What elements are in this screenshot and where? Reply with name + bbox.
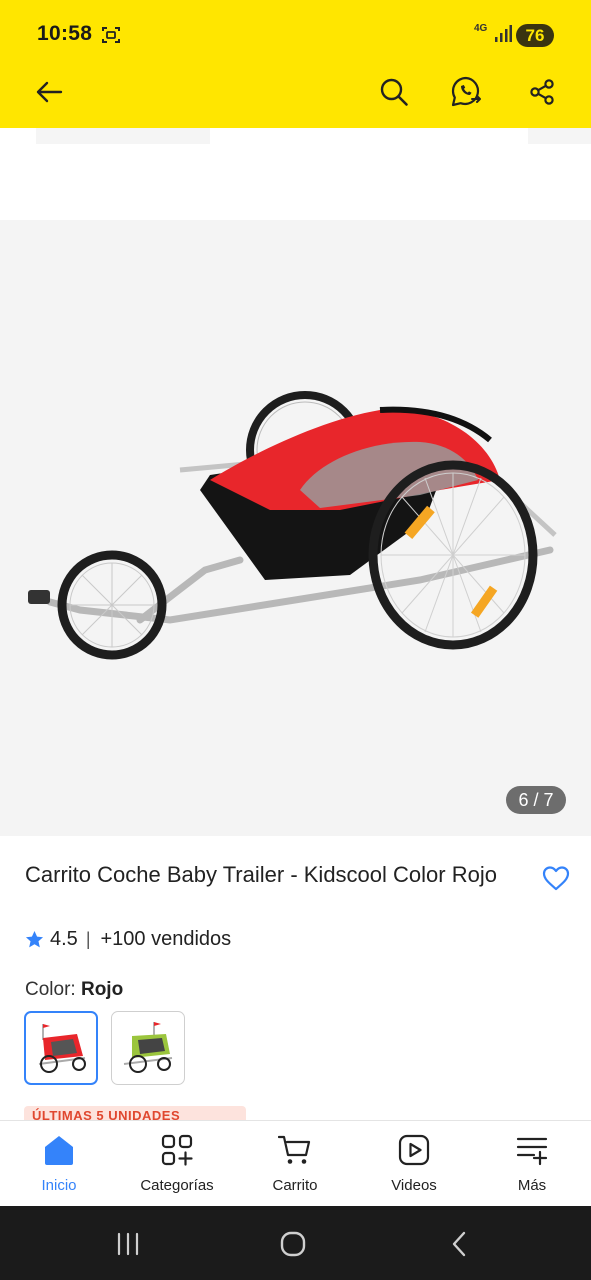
whatsapp-share-button[interactable]	[447, 72, 487, 112]
screenshot-icon	[102, 27, 120, 43]
nav-categorias[interactable]: Categorías	[118, 1121, 236, 1207]
nav-mas[interactable]: Más	[473, 1121, 591, 1207]
home-system-icon[interactable]	[278, 1230, 308, 1258]
network-indicator: 4G	[474, 23, 488, 34]
stock-badge: ÚLTIMAS 5 UNIDADES	[24, 1106, 246, 1120]
image-counter: 6 / 7	[506, 786, 566, 814]
system-navigation-bar	[0, 1206, 591, 1280]
top-bar: 10:58 4G 76	[0, 0, 591, 128]
nav-videos[interactable]: Videos	[355, 1121, 473, 1207]
color-swatch-rojo[interactable]	[24, 1011, 98, 1085]
back-button[interactable]	[29, 72, 69, 112]
nav-inicio[interactable]: Inicio	[0, 1121, 118, 1207]
share-icon	[530, 79, 554, 105]
nav-mas-label: Más	[517, 1177, 547, 1194]
arrow-left-icon	[36, 81, 63, 103]
product-title: Carrito Coche Baby Trailer - Kidscool Co…	[25, 862, 497, 887]
green-trailer-thumbnail	[123, 1022, 173, 1073]
color-selected-value: Rojo	[80, 979, 124, 1000]
battery-indicator: 76	[516, 24, 554, 47]
status-bar: 10:58 4G 76	[0, 0, 591, 70]
signal-icon	[495, 25, 512, 42]
bike-trailer-image	[28, 391, 557, 660]
color-swatch-verde[interactable]	[111, 1011, 185, 1085]
video-icon	[398, 1134, 430, 1166]
categories-icon	[161, 1134, 193, 1166]
sold-count: +100 vendidos	[100, 927, 232, 950]
product-image-gallery[interactable]: 6 / 7	[0, 220, 591, 836]
rating-separator: |	[85, 928, 91, 949]
previous-content-sliver	[36, 128, 210, 144]
bottom-navigation: Inicio Categorías Carrito Videos Más	[0, 1120, 591, 1206]
nav-videos-label: Videos	[391, 1177, 437, 1194]
home-icon	[45, 1136, 73, 1165]
back-system-icon[interactable]	[445, 1230, 475, 1258]
rating-row[interactable]: 4.5 | +100 vendidos	[25, 926, 231, 952]
search-button[interactable]	[374, 72, 414, 112]
share-button[interactable]	[522, 72, 562, 112]
nav-carrito-label: Carrito	[272, 1177, 318, 1194]
nav-inicio-label: Inicio	[41, 1177, 77, 1194]
previous-content-sliver-right	[528, 128, 591, 144]
star-icon	[25, 930, 44, 947]
more-icon	[516, 1137, 548, 1166]
cart-icon	[278, 1135, 311, 1164]
nav-categorias-label: Categorías	[140, 1177, 214, 1194]
color-label-text: Color:	[25, 979, 76, 1000]
whatsapp-share-icon	[451, 76, 481, 107]
color-label: Color: Rojo	[25, 979, 123, 1001]
search-icon	[380, 78, 408, 106]
recent-apps-icon[interactable]	[113, 1230, 143, 1258]
red-trailer-thumbnail	[38, 1024, 86, 1073]
nav-carrito[interactable]: Carrito	[236, 1121, 354, 1207]
rating-value: 4.5	[50, 927, 78, 950]
favorite-heart-icon[interactable]	[541, 864, 571, 892]
stock-badge-text: ÚLTIMAS 5 UNIDADES	[32, 1108, 181, 1120]
status-time: 10:58	[37, 22, 93, 45]
